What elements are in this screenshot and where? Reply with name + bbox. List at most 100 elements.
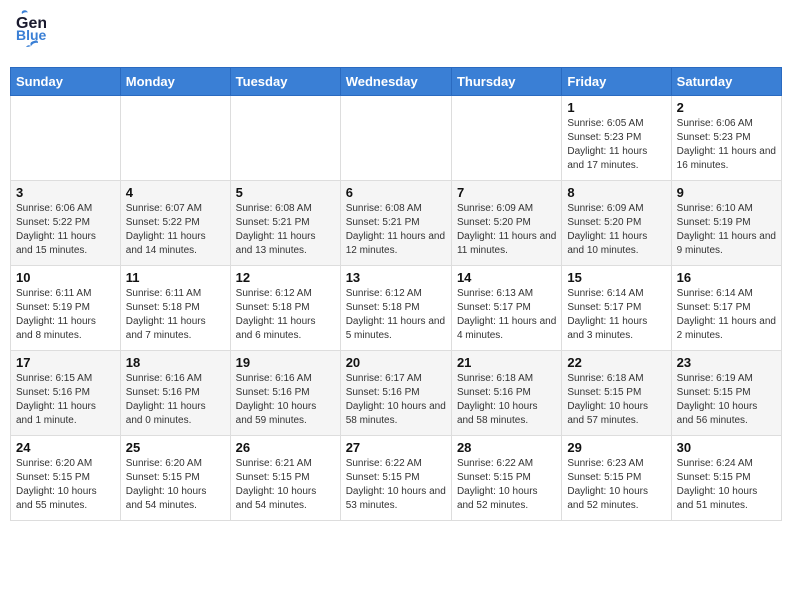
- calendar-day-cell: 22 Sunrise: 6:18 AMSunset: 5:15 PMDayligh…: [562, 351, 671, 436]
- day-info: Sunrise: 6:11 AMSunset: 5:19 PMDaylight:…: [16, 287, 115, 343]
- calendar-day-cell: 3 Sunrise: 6:06 AMSunset: 5:22 PMDaylight…: [11, 181, 121, 266]
- day-info: Sunrise: 6:11 AMSunset: 5:18 PMDaylight:…: [126, 287, 225, 343]
- calendar-week-row: 1 Sunrise: 6:05 AMSunset: 5:23 PMDaylight…: [11, 96, 782, 181]
- day-info: Sunrise: 6:08 AMSunset: 5:21 PMDaylight:…: [236, 202, 335, 258]
- calendar-day-cell: 20 Sunrise: 6:17 AMSunset: 5:16 PMDayligh…: [340, 351, 451, 436]
- day-info: Sunrise: 6:10 AMSunset: 5:19 PMDaylight:…: [677, 202, 776, 258]
- day-info: Sunrise: 6:14 AMSunset: 5:17 PMDaylight:…: [567, 287, 665, 343]
- day-number: 29: [567, 440, 665, 455]
- day-number: 24: [16, 440, 115, 455]
- day-info: Sunrise: 6:18 AMSunset: 5:15 PMDaylight:…: [567, 372, 665, 428]
- logo: General Blue: [14, 10, 46, 61]
- day-number: 10: [16, 270, 115, 285]
- weekday-header: Thursday: [451, 68, 561, 96]
- calendar-day-cell: 4 Sunrise: 6:07 AMSunset: 5:22 PMDaylight…: [120, 181, 230, 266]
- day-number: 4: [126, 185, 225, 200]
- day-number: 28: [457, 440, 556, 455]
- day-number: 5: [236, 185, 335, 200]
- day-number: 22: [567, 355, 665, 370]
- day-info: Sunrise: 6:23 AMSunset: 5:15 PMDaylight:…: [567, 457, 665, 513]
- calendar-day-cell: [11, 96, 121, 181]
- day-info: Sunrise: 6:22 AMSunset: 5:15 PMDaylight:…: [457, 457, 556, 513]
- calendar-day-cell: 8 Sunrise: 6:09 AMSunset: 5:20 PMDaylight…: [562, 181, 671, 266]
- day-info: Sunrise: 6:12 AMSunset: 5:18 PMDaylight:…: [346, 287, 446, 343]
- calendar-day-cell: [120, 96, 230, 181]
- day-info: Sunrise: 6:06 AMSunset: 5:23 PMDaylight:…: [677, 117, 776, 173]
- calendar-day-cell: 9Sunrise: 6:10 AMSunset: 5:19 PMDaylight…: [671, 181, 781, 266]
- day-info: Sunrise: 6:17 AMSunset: 5:16 PMDaylight:…: [346, 372, 446, 428]
- calendar-header-row: SundayMondayTuesdayWednesdayThursdayFrid…: [11, 68, 782, 96]
- day-number: 23: [677, 355, 776, 370]
- day-info: Sunrise: 6:19 AMSunset: 5:15 PMDaylight:…: [677, 372, 776, 428]
- calendar-day-cell: 24Sunrise: 6:20 AMSunset: 5:15 PMDayligh…: [11, 436, 121, 521]
- weekday-header: Friday: [562, 68, 671, 96]
- day-info: Sunrise: 6:08 AMSunset: 5:21 PMDaylight:…: [346, 202, 446, 258]
- day-number: 11: [126, 270, 225, 285]
- weekday-header: Tuesday: [230, 68, 340, 96]
- calendar-table: SundayMondayTuesdayWednesdayThursdayFrid…: [10, 67, 782, 521]
- day-info: Sunrise: 6:05 AMSunset: 5:23 PMDaylight:…: [567, 117, 665, 173]
- day-number: 25: [126, 440, 225, 455]
- calendar-day-cell: 17 Sunrise: 6:15 AMSunset: 5:16 PMDayligh…: [11, 351, 121, 436]
- calendar-day-cell: [230, 96, 340, 181]
- calendar-day-cell: 11 Sunrise: 6:11 AMSunset: 5:18 PMDayligh…: [120, 266, 230, 351]
- calendar-week-row: 10 Sunrise: 6:11 AMSunset: 5:19 PMDayligh…: [11, 266, 782, 351]
- day-number: 2: [677, 100, 776, 115]
- calendar-day-cell: 23 Sunrise: 6:19 AMSunset: 5:15 PMDayligh…: [671, 351, 781, 436]
- calendar-day-cell: 19 Sunrise: 6:16 AMSunset: 5:16 PMDayligh…: [230, 351, 340, 436]
- logo-bird-icon: [16, 39, 38, 55]
- day-number: 1: [567, 100, 665, 115]
- calendar-day-cell: 21Sunrise: 6:18 AMSunset: 5:16 PMDayligh…: [451, 351, 561, 436]
- day-number: 27: [346, 440, 446, 455]
- day-number: 26: [236, 440, 335, 455]
- calendar-day-cell: 6 Sunrise: 6:08 AMSunset: 5:21 PMDaylight…: [340, 181, 451, 266]
- calendar-day-cell: 28 Sunrise: 6:22 AMSunset: 5:15 PMDayligh…: [451, 436, 561, 521]
- calendar-day-cell: 25Sunrise: 6:20 AMSunset: 5:15 PMDayligh…: [120, 436, 230, 521]
- day-info: Sunrise: 6:07 AMSunset: 5:22 PMDaylight:…: [126, 202, 225, 258]
- day-info: Sunrise: 6:24 AMSunset: 5:15 PMDaylight:…: [677, 457, 776, 513]
- day-number: 18: [126, 355, 225, 370]
- day-info: Sunrise: 6:15 AMSunset: 5:16 PMDaylight:…: [16, 372, 115, 428]
- day-number: 3: [16, 185, 115, 200]
- calendar-week-row: 24Sunrise: 6:20 AMSunset: 5:15 PMDayligh…: [11, 436, 782, 521]
- day-number: 20: [346, 355, 446, 370]
- day-info: Sunrise: 6:16 AMSunset: 5:16 PMDaylight:…: [236, 372, 335, 428]
- day-number: 17: [16, 355, 115, 370]
- day-number: 7: [457, 185, 556, 200]
- day-number: 15: [567, 270, 665, 285]
- day-info: Sunrise: 6:09 AMSunset: 5:20 PMDaylight:…: [457, 202, 556, 258]
- day-number: 14: [457, 270, 556, 285]
- day-number: 30: [677, 440, 776, 455]
- calendar-day-cell: [340, 96, 451, 181]
- calendar-day-cell: 29 Sunrise: 6:23 AMSunset: 5:15 PMDayligh…: [562, 436, 671, 521]
- calendar-day-cell: 27 Sunrise: 6:22 AMSunset: 5:15 PMDayligh…: [340, 436, 451, 521]
- day-number: 8: [567, 185, 665, 200]
- calendar-day-cell: 7 Sunrise: 6:09 AMSunset: 5:20 PMDaylight…: [451, 181, 561, 266]
- day-number: 21: [457, 355, 556, 370]
- day-info: Sunrise: 6:09 AMSunset: 5:20 PMDaylight:…: [567, 202, 665, 258]
- day-info: Sunrise: 6:22 AMSunset: 5:15 PMDaylight:…: [346, 457, 446, 513]
- day-number: 19: [236, 355, 335, 370]
- day-info: Sunrise: 6:16 AMSunset: 5:16 PMDaylight:…: [126, 372, 225, 428]
- page-header: General Blue: [10, 10, 782, 61]
- day-number: 6: [346, 185, 446, 200]
- weekday-header: Sunday: [11, 68, 121, 96]
- calendar-week-row: 3 Sunrise: 6:06 AMSunset: 5:22 PMDaylight…: [11, 181, 782, 266]
- calendar-day-cell: 14Sunrise: 6:13 AMSunset: 5:17 PMDayligh…: [451, 266, 561, 351]
- calendar-day-cell: 13Sunrise: 6:12 AMSunset: 5:18 PMDayligh…: [340, 266, 451, 351]
- calendar-day-cell: 5 Sunrise: 6:08 AMSunset: 5:21 PMDaylight…: [230, 181, 340, 266]
- weekday-header: Saturday: [671, 68, 781, 96]
- day-info: Sunrise: 6:12 AMSunset: 5:18 PMDaylight:…: [236, 287, 335, 343]
- calendar-day-cell: 30 Sunrise: 6:24 AMSunset: 5:15 PMDayligh…: [671, 436, 781, 521]
- day-info: Sunrise: 6:06 AMSunset: 5:22 PMDaylight:…: [16, 202, 115, 258]
- calendar-day-cell: 16 Sunrise: 6:14 AMSunset: 5:17 PMDayligh…: [671, 266, 781, 351]
- calendar-day-cell: 12Sunrise: 6:12 AMSunset: 5:18 PMDayligh…: [230, 266, 340, 351]
- weekday-header: Monday: [120, 68, 230, 96]
- weekday-header: Wednesday: [340, 68, 451, 96]
- calendar-week-row: 17 Sunrise: 6:15 AMSunset: 5:16 PMDayligh…: [11, 351, 782, 436]
- calendar-day-cell: 10 Sunrise: 6:11 AMSunset: 5:19 PMDayligh…: [11, 266, 121, 351]
- day-info: Sunrise: 6:21 AMSunset: 5:15 PMDaylight:…: [236, 457, 335, 513]
- calendar-day-cell: 26 Sunrise: 6:21 AMSunset: 5:15 PMDayligh…: [230, 436, 340, 521]
- day-info: Sunrise: 6:14 AMSunset: 5:17 PMDaylight:…: [677, 287, 776, 343]
- day-number: 16: [677, 270, 776, 285]
